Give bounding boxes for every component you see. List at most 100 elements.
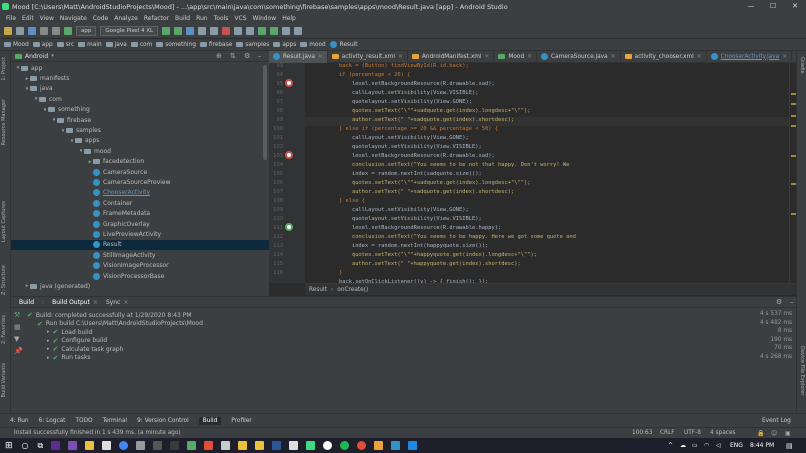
code-editor[interactable]: back = (Button) findViewById(R.id.back);… <box>305 63 789 283</box>
hide-icon[interactable]: – <box>790 298 794 306</box>
volume-icon[interactable]: ◁ <box>716 442 721 449</box>
menu-analyze[interactable]: Analyze <box>114 15 138 22</box>
tab-camera-source-java[interactable]: CameraSource.java × <box>537 50 621 63</box>
breakpoint-marker[interactable] <box>285 151 293 159</box>
notifications-icon[interactable]: ▤ <box>786 442 793 450</box>
nav-crumb-project[interactable]: Mood <box>4 42 29 48</box>
indent-setting[interactable]: 4 spaces <box>710 430 736 436</box>
close-tab-icon[interactable]: × <box>782 54 787 60</box>
tree-item[interactable]: VisionProcessorBase <box>11 271 269 281</box>
structure-tool-tab[interactable]: Z: Structure <box>1 265 7 295</box>
project-tool-tab[interactable]: 1: Project <box>1 57 7 81</box>
nav-crumb-main[interactable]: main <box>78 42 102 48</box>
open-folder-icon[interactable] <box>4 27 12 35</box>
tab-android-manifest[interactable]: AndroidManifest.xml × <box>408 50 495 63</box>
code-line[interactable]: quotes.setText("\""+sadquote.get(index).… <box>313 108 531 117</box>
line-separator[interactable]: CRLF <box>660 430 675 436</box>
code-line[interactable]: author.setText(" "+happyquote.get(index)… <box>313 261 521 270</box>
nav-crumb-samples[interactable]: samples <box>236 42 269 48</box>
tree-item[interactable]: GraphicOverlay <box>11 219 269 229</box>
profile-icon[interactable] <box>198 27 207 35</box>
menu-file[interactable]: File <box>6 15 16 22</box>
code-line[interactable]: back = (Button) findViewById(R.id.back); <box>313 63 469 72</box>
code-line[interactable]: if (percentage < 20) { <box>313 72 410 81</box>
folder-icon[interactable] <box>238 441 248 450</box>
close-tab-icon[interactable]: × <box>123 299 128 306</box>
menu-code[interactable]: Code <box>93 15 108 22</box>
todo-tool-tab[interactable]: TODO <box>75 418 92 424</box>
menu-navigate[interactable]: Navigate <box>60 15 87 22</box>
code-line[interactable]: level.setBackgroundResource(R.drawable.s… <box>313 81 495 90</box>
event-log-tool-tab[interactable]: Event Log <box>762 418 791 424</box>
tree-item[interactable]: ▸ facedetection <box>11 157 269 167</box>
menu-help[interactable]: Help <box>282 15 296 22</box>
close-tab-icon[interactable]: × <box>697 54 702 60</box>
code-line[interactable]: index = random.nextInt(sadquote.size()); <box>313 171 482 180</box>
breakpoint-marker[interactable] <box>285 79 293 87</box>
stop-icon[interactable]: ■ <box>14 323 21 331</box>
build-tree-row[interactable]: ✔ Run build C:\Users\Matt\AndroidStudioPr… <box>37 320 203 328</box>
tree-item[interactable]: ▾ com <box>11 94 269 104</box>
collapse-all-icon[interactable]: ⇅ <box>230 52 236 60</box>
menu-vcs[interactable]: VCS <box>234 15 246 22</box>
memory-icon[interactable]: ▣ <box>785 430 791 437</box>
run-tool-tab[interactable]: 4: Run <box>10 418 29 424</box>
locate-icon[interactable]: ⊕ <box>216 52 222 60</box>
build-tree-row[interactable]: ▸ ✔ Configure build <box>47 337 107 345</box>
tab-mood[interactable]: Mood × <box>494 50 538 63</box>
breadcrumb-method[interactable]: onCreate() <box>337 287 368 293</box>
app-icon[interactable] <box>391 441 401 450</box>
pin-icon[interactable]: 📌 <box>14 347 23 355</box>
nav-crumb-firebase[interactable]: firebase <box>199 42 232 48</box>
nav-crumb-mood[interactable]: mood <box>300 42 326 48</box>
tree-item[interactable]: ▾ something <box>11 105 269 115</box>
app-icon[interactable] <box>170 441 180 450</box>
device-select[interactable]: Google Pixel 4 XL <box>100 26 159 36</box>
breadcrumb-class[interactable]: Result <box>309 287 327 293</box>
chevron-down-icon[interactable]: ▾ <box>51 53 54 59</box>
warning-marker[interactable] <box>791 103 796 105</box>
gear-icon[interactable]: ⚙ <box>776 298 782 306</box>
app-icon[interactable] <box>187 441 197 450</box>
device-file-explorer-tool-tab[interactable]: Device File Explorer <box>799 346 805 395</box>
wifi-icon[interactable]: ◠ <box>704 442 709 449</box>
tree-item[interactable]: Container <box>11 198 269 208</box>
visual-studio-2-icon[interactable] <box>68 441 78 450</box>
version-control-tool-tab[interactable]: 9: Version Control <box>137 418 189 424</box>
sdk-manager-icon[interactable] <box>246 27 255 35</box>
tree-item[interactable]: ▸ manifests <box>11 73 269 83</box>
file-encoding[interactable]: UTF-8 <box>684 430 701 436</box>
nav-crumb-module[interactable]: app <box>32 42 53 48</box>
folder-icon[interactable] <box>255 441 265 450</box>
redo-icon[interactable] <box>52 27 60 35</box>
close-tab-icon[interactable]: × <box>611 54 616 60</box>
menu-run[interactable]: Run <box>196 15 208 22</box>
menu-build[interactable]: Build <box>175 15 190 22</box>
windows-start-icon[interactable]: ⊞ <box>5 441 13 451</box>
profiler-tool-tab[interactable]: Profiler <box>231 418 251 424</box>
hide-icon[interactable]: – <box>258 52 262 60</box>
tree-item[interactable]: VisionImageProcessor <box>11 260 269 270</box>
menu-view[interactable]: View <box>40 15 54 22</box>
code-line[interactable]: author.setText(" "+sadquote.get(index).s… <box>313 189 514 198</box>
app-icon[interactable] <box>153 441 163 450</box>
store-icon[interactable] <box>102 441 112 450</box>
word-icon[interactable] <box>272 441 282 450</box>
close-tab-icon[interactable]: × <box>527 54 532 60</box>
menu-refactor[interactable]: Refactor <box>144 15 169 22</box>
clock[interactable]: 8:44 PM <box>750 442 774 449</box>
sync-icon[interactable] <box>28 27 36 35</box>
tree-item[interactable]: ▾ samples <box>11 125 269 135</box>
build-tree-row[interactable]: ▸ ✔ Calculate task graph <box>47 345 123 353</box>
tab-activity-result-xml[interactable]: activity_result.xml × <box>328 50 408 63</box>
build-tool-tab[interactable]: Build <box>198 416 222 425</box>
calculator-icon[interactable] <box>136 441 146 450</box>
nav-crumb-java[interactable]: java <box>105 42 127 48</box>
code-line[interactable]: conclusion.setText("You seems to be happ… <box>313 234 576 243</box>
chrome-icon[interactable] <box>119 441 129 450</box>
tree-item[interactable]: ▾ mood <box>11 146 269 156</box>
code-line[interactable]: callLayout.setVisibility(View.VISIBLE); <box>313 90 479 99</box>
debug-icon[interactable] <box>186 27 195 35</box>
nav-crumb-result[interactable]: Result <box>329 41 358 48</box>
warning-marker[interactable] <box>791 125 796 127</box>
